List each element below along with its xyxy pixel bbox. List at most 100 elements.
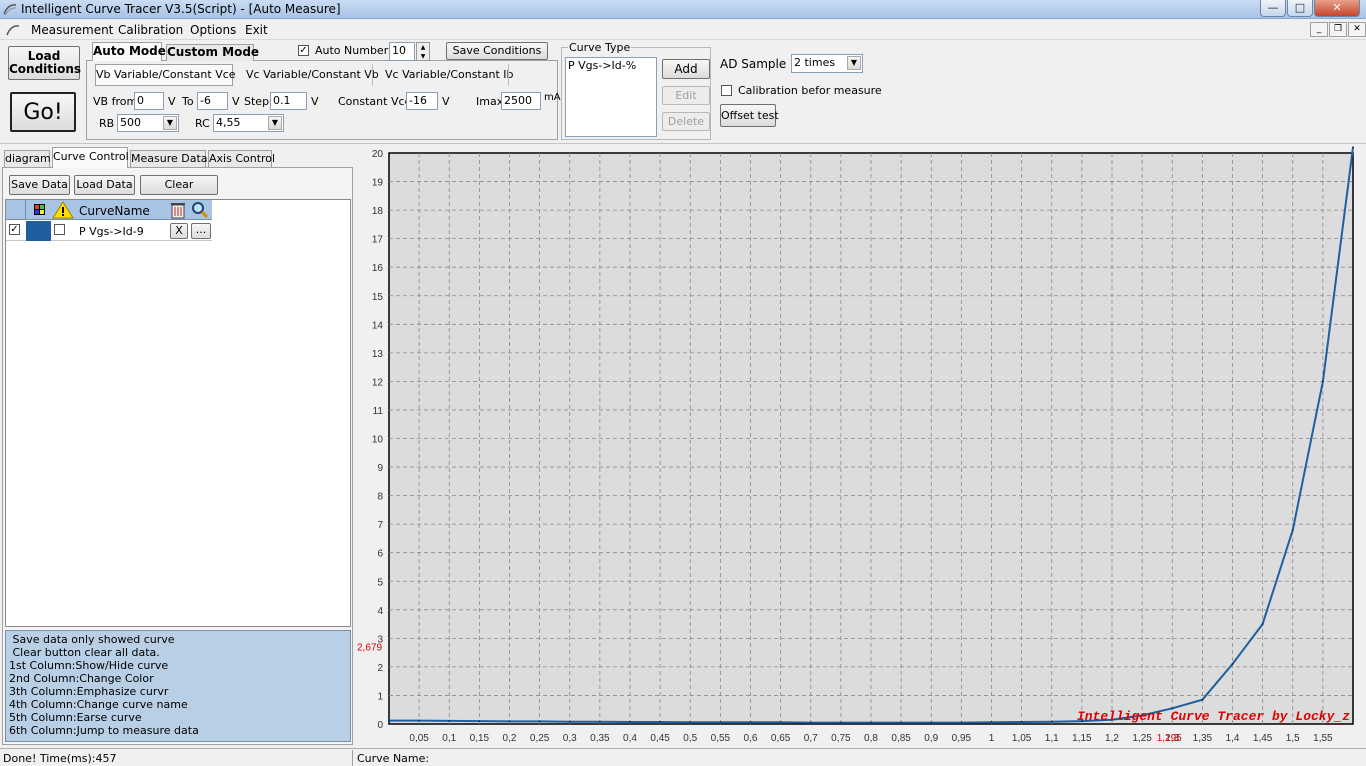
vb-from-label: VB from (93, 95, 138, 108)
plot-area[interactable]: 0 1 2 3 4 5 6 7 8 9 10 11 12 13 14 15 16 17 18 19 20 0,05 0,1 0… (356, 146, 1366, 748)
rc-select[interactable]: 4,55 ▼ (213, 114, 284, 132)
imax-input[interactable]: 2500 (501, 92, 541, 110)
offset-test-button[interactable]: Offset test (720, 104, 779, 127)
emphasize-checkbox[interactable] (54, 224, 65, 235)
tab-divider (508, 64, 509, 86)
x-tick-label: 1,4 (1226, 733, 1240, 744)
load-data-button[interactable]: Load Data (74, 175, 135, 195)
tab-axis-control[interactable]: Axis Control (208, 150, 275, 168)
menu-exit[interactable]: Exit (245, 23, 268, 37)
data-point (388, 719, 390, 722)
curve-type-label: Curve Type (568, 41, 632, 54)
step-input[interactable]: 0.1 (270, 92, 307, 110)
go-button[interactable]: Go! (10, 92, 76, 132)
data-point (1020, 721, 1023, 723)
maximize-button[interactable]: □ (1287, 0, 1313, 17)
mdi-restore-button[interactable]: ❐ (1329, 22, 1347, 37)
edit-button[interactable]: Edit (662, 86, 710, 105)
auto-number-label: Auto Number (315, 44, 389, 57)
color-palette-icon (27, 202, 51, 218)
tab-auto-mode[interactable]: Auto Mode (92, 42, 166, 61)
app-menu-icon[interactable] (6, 23, 20, 37)
status-bar: Done! Time(ms):457 Curve Name: (0, 748, 1366, 766)
tab-custom-mode[interactable]: Custom Mode (166, 44, 259, 61)
x-tick-label: 0,05 (409, 733, 429, 744)
load-conditions-button[interactable]: Load Conditions (8, 46, 82, 80)
calibration-checkbox[interactable] (721, 85, 732, 96)
x-tick-label: 0,35 (590, 733, 610, 744)
curve-grid[interactable]: CurveName ✓ P Vgs->Id-9 X ... (5, 199, 351, 627)
curve-type-item[interactable]: P Vgs->Id-% (568, 59, 654, 72)
x-tick-label: 1,05 (1012, 733, 1032, 744)
y-tick-label: 2 (377, 663, 383, 674)
vb-from-input[interactable]: 0 (134, 92, 164, 110)
tab-diagram[interactable]: diagram (4, 150, 51, 168)
help-line: 3th Column:Emphasize curvr (9, 685, 169, 698)
y-tick-label: 16 (372, 263, 384, 274)
clear-button[interactable]: Clear (140, 175, 218, 195)
save-conditions-button[interactable]: Save Conditions (446, 42, 548, 60)
x-tick-label: 1,45 (1253, 733, 1273, 744)
x-tick-label: 0,85 (891, 733, 911, 744)
data-point (809, 721, 812, 724)
data-point (1231, 663, 1234, 665)
menu-options[interactable]: Options (190, 23, 236, 37)
app-icon (3, 4, 17, 16)
curve-color-swatch[interactable] (26, 221, 51, 241)
auto-number-input[interactable]: 10 (389, 42, 415, 61)
save-data-button[interactable]: Save Data (9, 175, 70, 195)
menu-measurement[interactable]: Measurement (31, 23, 113, 37)
to-input[interactable]: -6 (197, 92, 228, 110)
load-conditions-label-2: Conditions (9, 62, 82, 76)
y-tick-label: 6 (377, 549, 383, 560)
delete-button[interactable]: Delete (662, 112, 710, 131)
x-tick-label: 0,15 (470, 733, 490, 744)
curve-name-cell[interactable]: P Vgs->Id-9 (79, 225, 144, 238)
tab-curve-control[interactable]: Curve Control (52, 147, 129, 168)
data-point (839, 721, 842, 724)
add-button[interactable]: Add (662, 59, 710, 79)
data-point (930, 721, 933, 724)
tab-vc-variable-vb[interactable]: Vc Variable/Constant Vb (246, 68, 379, 81)
curve-chart[interactable]: 012345678910111213141516171819200,05 0,1 0… (356, 146, 1366, 748)
x-tick-label: 0,5 (683, 733, 697, 744)
ad-sample-select[interactable]: 2 times ▼ (791, 54, 863, 73)
data-point (659, 721, 662, 723)
erase-curve-button[interactable]: X (170, 223, 188, 239)
jump-to-data-button[interactable]: ... (191, 223, 211, 239)
ad-sample-label: AD Sample (720, 57, 787, 71)
tab-vc-variable-ib[interactable]: Vc Variable/Constant Ib (385, 68, 514, 81)
rb-value: 500 (120, 116, 141, 129)
curve-type-list[interactable]: P Vgs->Id-% (565, 57, 657, 137)
data-point (448, 719, 451, 722)
separator (0, 143, 1366, 144)
mdi-close-button[interactable]: ✕ (1348, 22, 1366, 37)
x-tick-label: 1,35 (1193, 733, 1213, 744)
data-point (779, 721, 782, 724)
step-label: Step (244, 95, 270, 108)
rb-select[interactable]: 500 ▼ (117, 114, 179, 132)
tab-vb-variable[interactable]: Vb Variable/Constant Vce (95, 64, 236, 86)
auto-number-checkbox[interactable]: ✓ (298, 45, 309, 56)
help-line: 2nd Column:Change Color (9, 672, 154, 685)
magnifier-icon (190, 201, 210, 219)
close-button[interactable]: ✕ (1314, 0, 1360, 17)
show-hide-checkbox[interactable]: ✓ (9, 224, 20, 235)
help-line: 5th Column:Earse curve (9, 711, 142, 724)
x-tick-label: 1,2 (1105, 733, 1119, 744)
table-row[interactable]: ✓ P Vgs->Id-9 X ... (6, 221, 212, 241)
help-line: 6th Column:Jump to measure data (9, 724, 199, 737)
minimize-button[interactable]: — (1260, 0, 1286, 17)
help-line: Save data only showed curve (9, 633, 175, 646)
grid-header-cell (6, 200, 26, 220)
auto-number-spinner[interactable]: ▲ ▼ (416, 42, 430, 61)
help-line: Clear button clear all data. (9, 646, 160, 659)
menu-calibration[interactable]: Calibration (118, 23, 183, 37)
y-tick-label: 13 (372, 349, 384, 360)
ad-sample-value: 2 times (794, 56, 836, 69)
tab-measure-data[interactable]: Measure Data (130, 150, 208, 168)
constant-vce-input[interactable]: -16 (406, 92, 438, 110)
watermark-text: Intelligent Curve Tracer by Locky_z (1077, 709, 1350, 724)
mdi-minimize-button[interactable]: _ (1310, 22, 1328, 37)
data-point (1201, 698, 1204, 701)
